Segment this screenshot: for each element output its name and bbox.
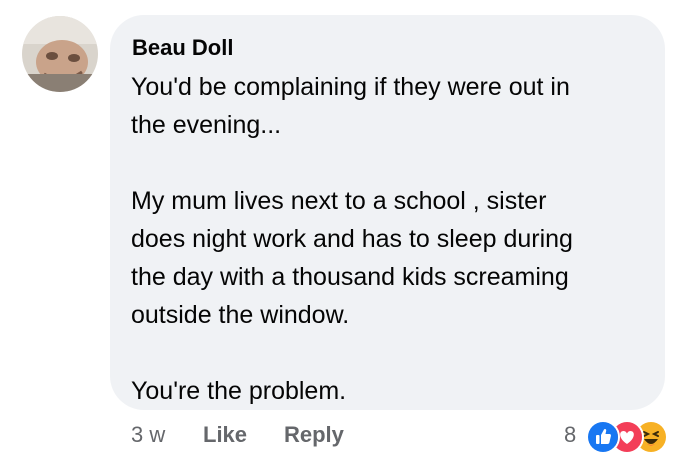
comment-actions: 3 w Like Reply 8 xyxy=(0,420,700,454)
avatar[interactable] xyxy=(22,16,98,92)
comment-line: the day with a thousand kids screaming xyxy=(131,263,569,291)
comment-line-blank xyxy=(131,144,651,182)
like-icon xyxy=(586,420,620,454)
timestamp[interactable]: 3 w xyxy=(131,420,165,450)
reaction-summary[interactable] xyxy=(582,420,682,454)
comment-line: outside the window. xyxy=(131,301,350,329)
comment-line-blank xyxy=(131,334,651,372)
avatar-image xyxy=(22,16,98,92)
like-button[interactable]: Like xyxy=(203,420,247,450)
reaction-count[interactable]: 8 xyxy=(564,420,576,450)
comment-line: You'd be complaining if they were out in xyxy=(131,73,570,101)
comment-line: the evening... xyxy=(131,111,282,139)
author-name[interactable]: Beau Doll xyxy=(132,36,233,60)
comment-text: You'd be complaining if they were out in… xyxy=(131,68,651,410)
comment: Beau Doll You'd be complaining if they w… xyxy=(0,0,700,459)
comment-line: You're the problem. xyxy=(131,377,347,405)
comment-line: does night work and has to sleep during xyxy=(131,225,573,253)
comment-line: My mum lives next to a school , sister xyxy=(131,187,547,215)
reply-button[interactable]: Reply xyxy=(284,420,344,450)
